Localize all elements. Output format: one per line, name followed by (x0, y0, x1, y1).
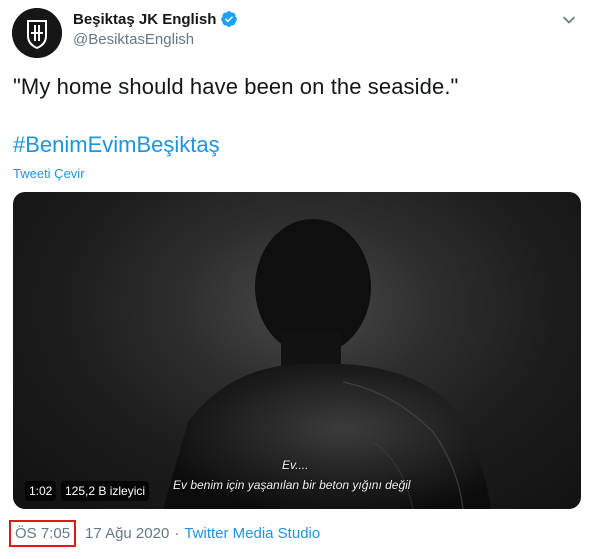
video-player[interactable]: Ev.... Ev benim için yaşanılan bir beton… (13, 192, 581, 509)
tweet-time[interactable]: ÖS 7:05 (9, 520, 77, 547)
chevron-down-icon[interactable] (561, 12, 577, 28)
account-handle[interactable]: @BesiktasEnglish (73, 31, 194, 48)
besiktas-crest-icon (12, 8, 62, 58)
video-duration-badge: 1:02 (25, 481, 57, 501)
video-subtitle-line1: Ev.... (282, 458, 309, 472)
meta-separator: · (174, 525, 180, 542)
video-views-badge: 125,2 B izleyici (61, 481, 150, 501)
account-name-row[interactable]: Beşiktaş JK English (73, 10, 238, 28)
tweet-date[interactable]: 17 Ağu 2020 (85, 525, 169, 542)
tweet-text: "My home should have been on the seaside… (13, 74, 459, 99)
avatar[interactable] (12, 8, 62, 58)
verified-badge-icon (221, 11, 238, 27)
hashtag-link[interactable]: #BenimEvimBeşiktaş (13, 132, 220, 158)
tweet-meta: ÖS 7:05 17 Ağu 2020 · Twitter Media Stud… (9, 520, 320, 547)
translate-tweet-link[interactable]: Tweeti Çevir (13, 166, 85, 181)
video-subtitle-line2: Ev benim için yaşanılan bir beton yığını… (173, 478, 411, 492)
display-name[interactable]: Beşiktaş JK English (73, 11, 216, 28)
tweet-source-link[interactable]: Twitter Media Studio (184, 525, 320, 542)
